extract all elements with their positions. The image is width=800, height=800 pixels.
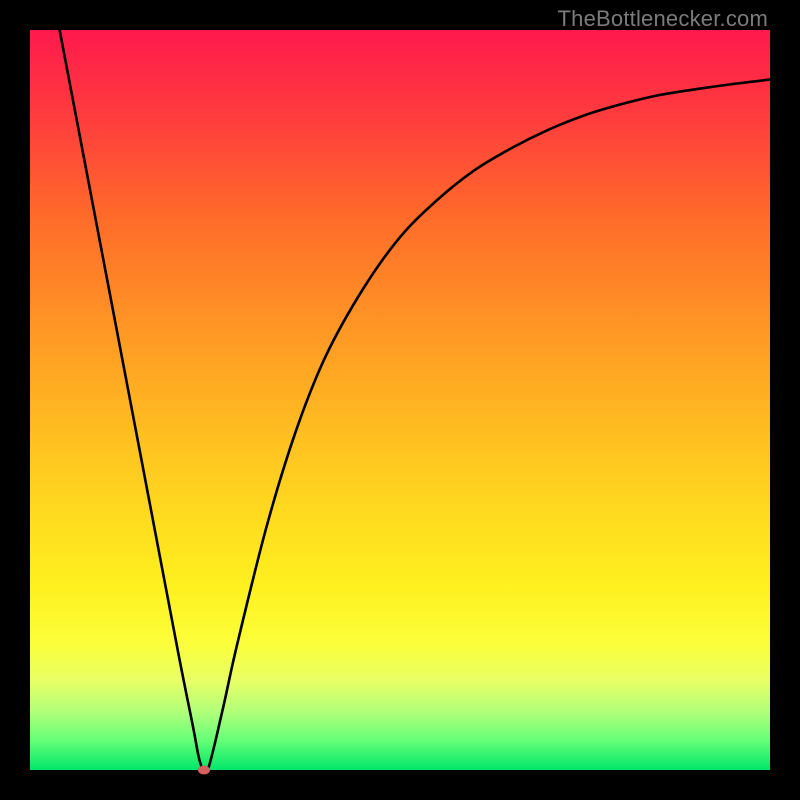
optimal-point-marker	[198, 766, 210, 775]
bottleneck-curve	[30, 30, 770, 770]
chart-frame: TheBottlenecker.com	[0, 0, 800, 800]
attribution-label: TheBottlenecker.com	[558, 6, 768, 32]
